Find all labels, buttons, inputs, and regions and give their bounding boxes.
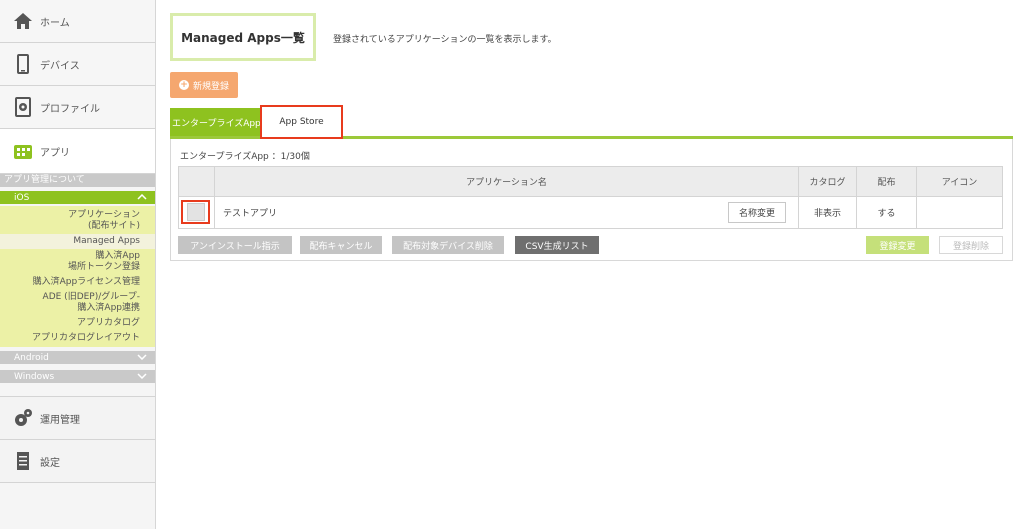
tab-app-store[interactable]: App Store [260,105,343,139]
home-icon [12,10,34,32]
cancel-distribution-button[interactable]: 配布キャンセル [300,236,382,254]
csv-generate-button[interactable]: CSV生成リスト [515,236,599,254]
app-icon [12,140,34,162]
tab-enterprise-app[interactable]: エンタープライズApp [170,108,260,136]
nav-device-label: デバイス [40,60,80,72]
app-count-label: エンタープライズApp ：1/30個 [180,152,310,162]
os-ios-toggle[interactable]: iOS [0,191,155,204]
table-row: テストアプリ 名称変更 非表示 する [178,196,1003,229]
settings-doc-icon [12,450,34,472]
header-catalog: カタログ [798,166,857,197]
ios-submenu: アプリケーション (配布サイト) Managed Apps 購入済App 場所ト… [0,206,155,347]
nav-app[interactable]: アプリ [0,129,155,174]
new-register-button[interactable]: + 新規登録 [170,72,238,98]
os-ios-label: iOS [14,192,30,203]
page-description: 登録されているアプリケーションの一覧を表示します。 [333,35,557,45]
os-android-label: Android [14,352,49,363]
new-register-label: 新規登録 [192,81,229,92]
nav-app-label: アプリ [40,147,70,159]
gears-icon [12,407,34,429]
app-management-about[interactable]: アプリ管理について [0,174,155,187]
delete-registration-button[interactable]: 登録削除 [939,236,1003,254]
nav-home[interactable]: ホーム [0,0,155,43]
profile-icon [12,96,34,118]
os-windows-label: Windows [14,371,55,382]
ios-item-catalog-layout[interactable]: アプリカタログレイアウト [0,331,155,346]
table-header-row: アプリケーション名 カタログ 配布 アイコン [178,166,1003,197]
apps-table: アプリケーション名 カタログ 配布 アイコン テストアプリ 名称変更 非表示 す… [178,166,1003,229]
update-registration-button[interactable]: 登録変更 [866,236,929,254]
uninstall-button[interactable]: アンインストール指示 [178,236,292,254]
nav-device[interactable]: デバイス [0,43,155,86]
header-select [178,166,215,197]
nav-home-label: ホーム [40,17,70,29]
ios-item-managed-apps[interactable]: Managed Apps [0,234,155,249]
plus-circle-icon: + [178,80,189,90]
nav-profile-label: プロファイル [40,103,100,115]
ios-item-ade-link[interactable]: ADE (旧DEP)/グループ- 購入済App連携 [0,290,155,316]
ios-item-app-catalog[interactable]: アプリカタログ [0,316,155,331]
os-windows-toggle[interactable]: Windows [0,370,155,383]
app-name: テストアプリ [223,209,278,219]
header-distribute: 配布 [856,166,917,197]
nav-operations-label: 運用管理 [40,414,80,426]
ios-item-vpp-token[interactable]: 購入済App 場所トークン登録 [0,249,155,275]
nav-profile[interactable]: プロファイル [0,86,155,129]
row-checkbox-highlight [181,200,210,224]
distribute-value: する [856,196,917,229]
header-icon: アイコン [916,166,1003,197]
catalog-value: 非表示 [798,196,857,229]
chevron-down-icon [137,353,147,363]
app-icon-cell [916,196,1003,229]
ios-item-vpp-license[interactable]: 購入済Appライセンス管理 [0,275,155,290]
ios-item-applications[interactable]: アプリケーション (配布サイト) [0,208,155,234]
os-android-toggle[interactable]: Android [0,351,155,364]
nav-settings-label: 設定 [40,457,60,469]
chevron-up-icon [137,193,147,203]
nav-settings[interactable]: 設定 [0,440,155,483]
row-checkbox[interactable] [186,203,205,221]
header-app-name: アプリケーション名 [214,166,799,197]
chevron-down-icon [137,372,147,382]
row-name-cell: テストアプリ 名称変更 [214,196,799,229]
device-icon [12,53,34,75]
nav-operations[interactable]: 運用管理 [0,397,155,440]
sidebar: ホーム デバイス プロファイル アプリ アプリ管理について iOS アプリケーシ… [0,0,156,529]
rename-button[interactable]: 名称変更 [727,202,786,223]
delete-target-devices-button[interactable]: 配布対象デバイス削除 [392,236,504,254]
page-title: Managed Apps一覧 [170,13,316,61]
